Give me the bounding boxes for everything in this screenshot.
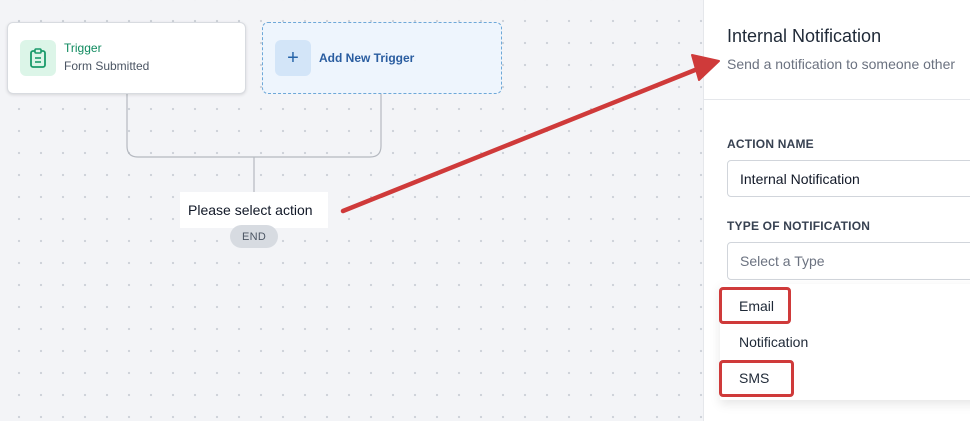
- email-highlight-box: [719, 287, 791, 324]
- add-new-trigger-button[interactable]: + Add New Trigger: [262, 22, 502, 94]
- panel-subtitle: Send a notification to someone other: [727, 56, 956, 72]
- trigger-node[interactable]: Trigger Form Submitted: [7, 22, 246, 94]
- action-name-label: ACTION NAME: [727, 137, 814, 151]
- notification-type-label: TYPE OF NOTIFICATION: [727, 219, 871, 233]
- select-action-node[interactable]: Please select action: [180, 192, 328, 228]
- notification-type-placeholder: Select a Type: [740, 253, 825, 269]
- add-new-trigger-label: Add New Trigger: [319, 51, 415, 65]
- panel-title: Internal Notification: [727, 26, 882, 46]
- notification-type-select[interactable]: Select a Type: [727, 242, 970, 280]
- option-notification[interactable]: Notification: [739, 334, 808, 350]
- workflow-canvas[interactable]: Trigger Form Submitted + Add New Trigger…: [0, 0, 703, 421]
- end-node: END: [230, 225, 278, 248]
- clipboard-icon: [20, 40, 56, 76]
- trigger-title: Trigger: [64, 41, 102, 55]
- sms-highlight-box: [719, 360, 794, 397]
- panel-header: Internal Notification Send a notificatio…: [704, 0, 970, 100]
- plus-icon: +: [275, 40, 311, 76]
- trigger-subtitle: Form Submitted: [64, 59, 150, 73]
- action-name-input[interactable]: [727, 160, 970, 197]
- action-side-panel: Internal Notification Send a notificatio…: [703, 0, 970, 421]
